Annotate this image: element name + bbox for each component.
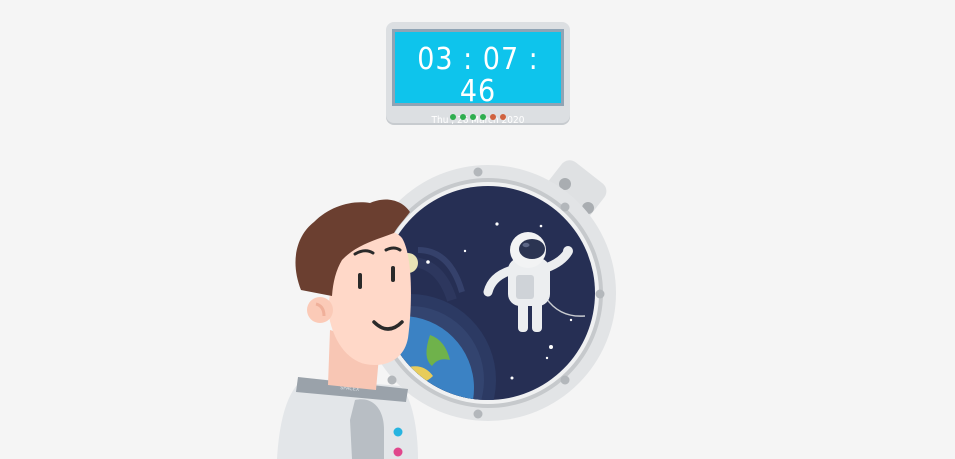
astronaut-window-illustration: SPACEX xyxy=(277,160,616,459)
ear xyxy=(307,297,333,323)
man-character: SPACEX xyxy=(277,199,418,459)
suit-button-blue xyxy=(393,427,403,437)
spacesuit: SPACEX xyxy=(277,377,418,459)
suit-button-pink xyxy=(393,447,403,457)
